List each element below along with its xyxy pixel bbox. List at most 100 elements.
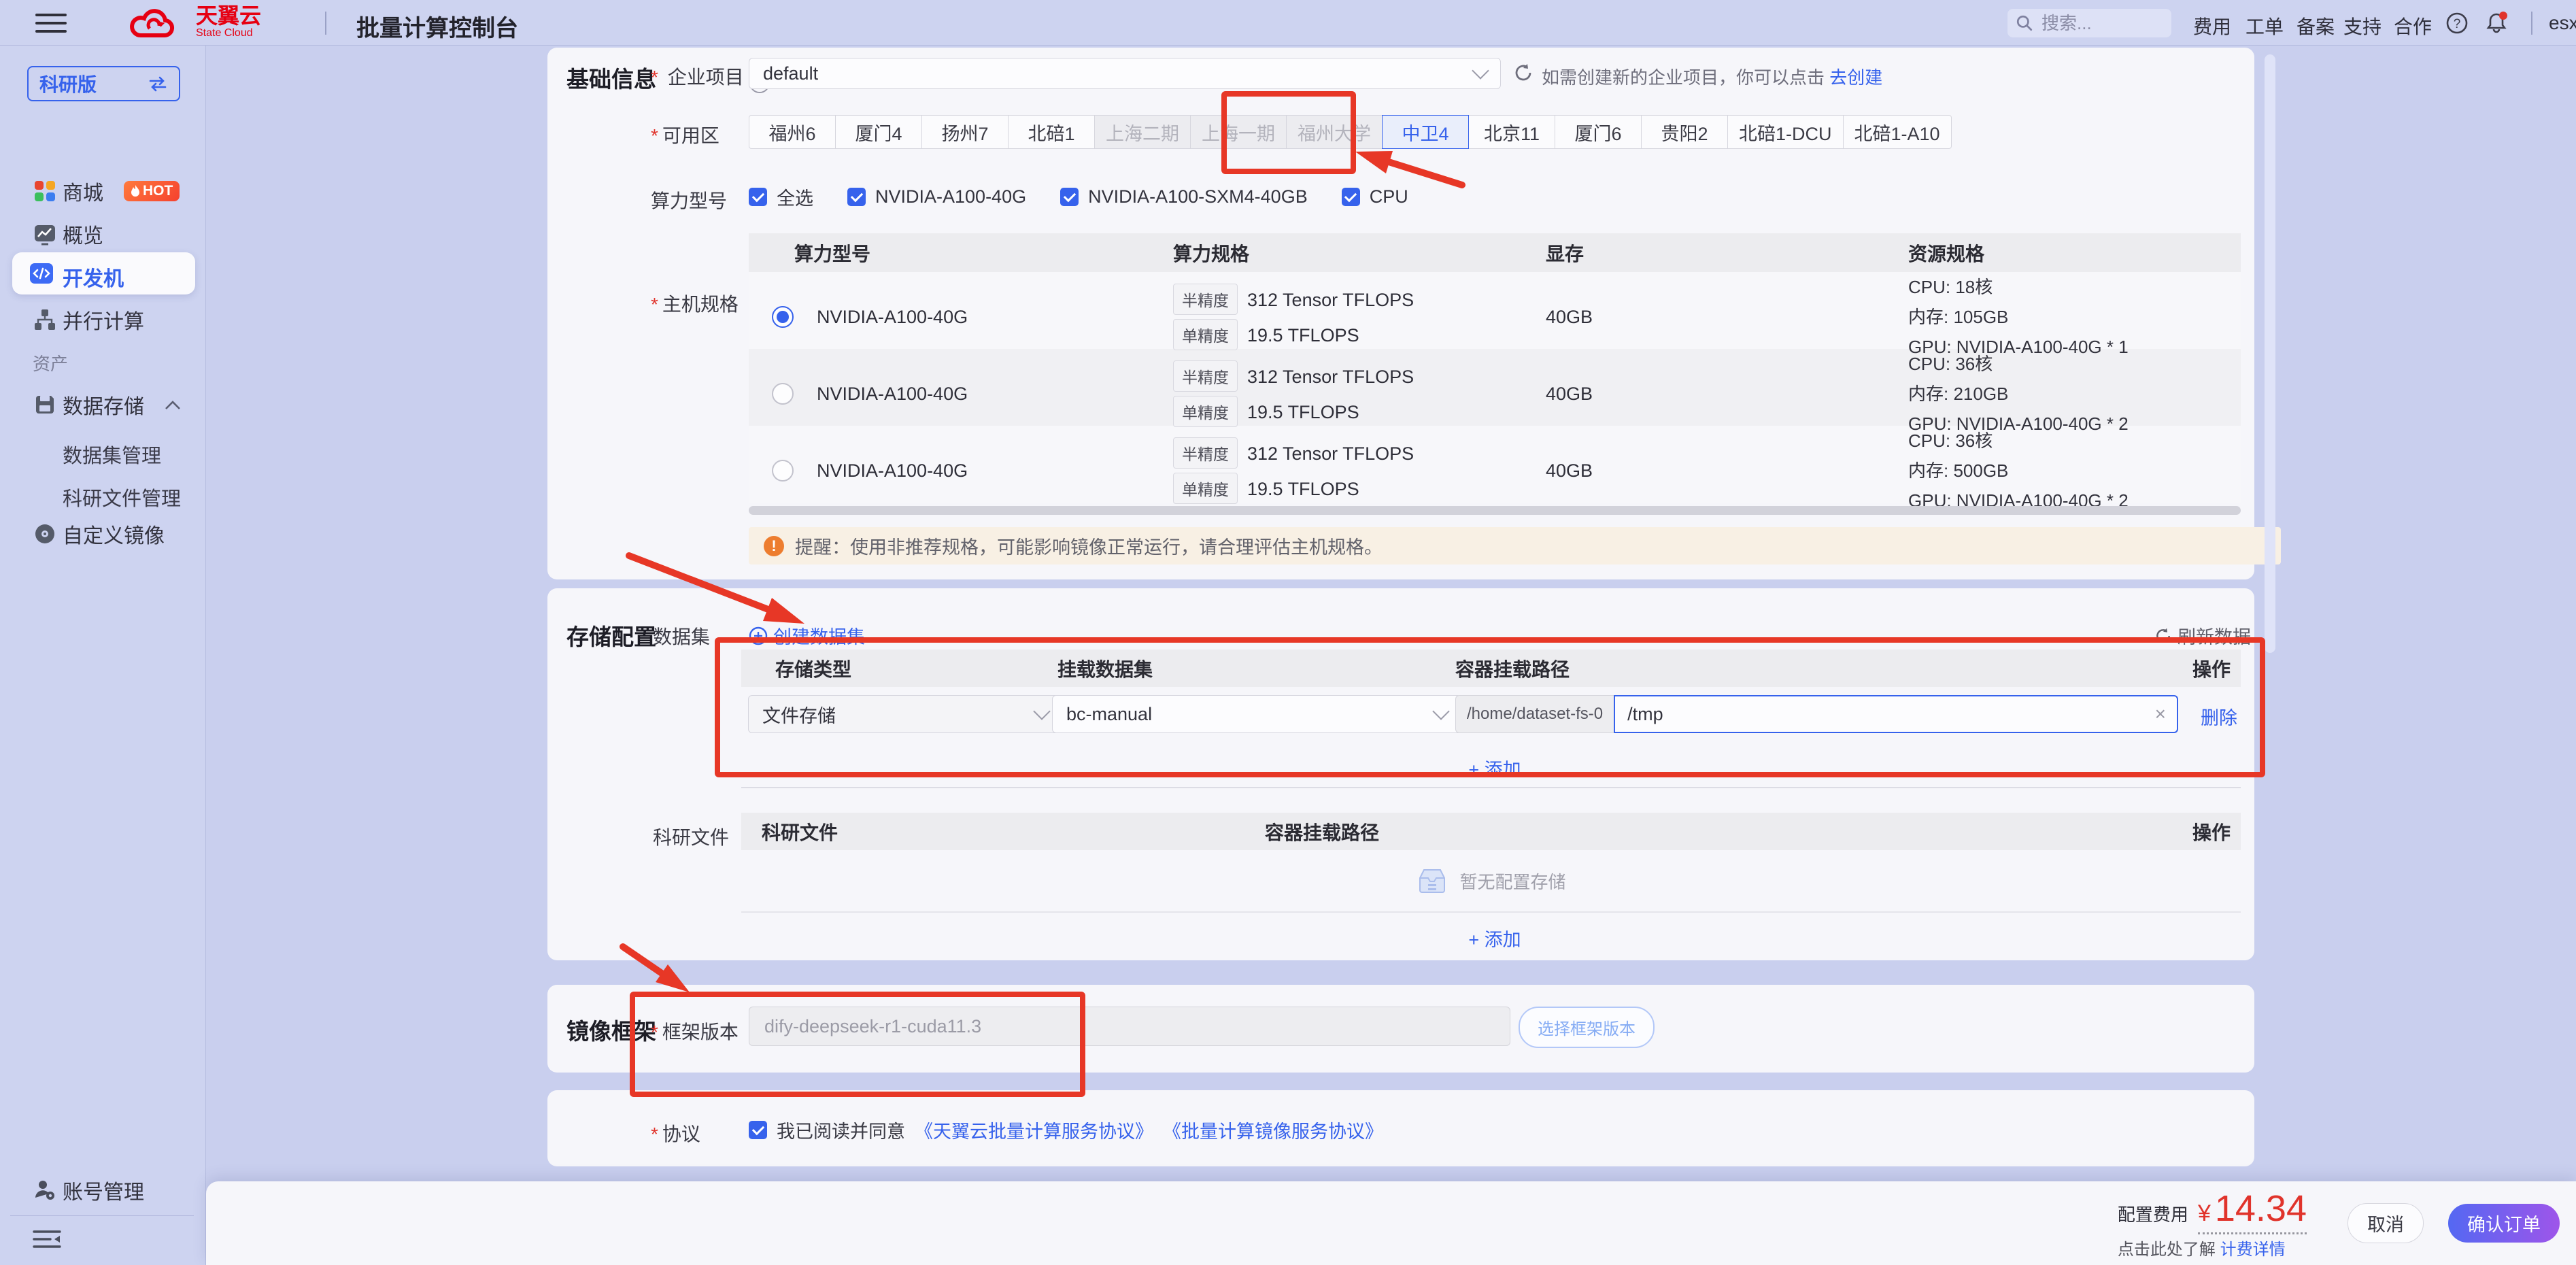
- storage-type-select[interactable]: 文件存储: [748, 695, 1062, 733]
- username[interactable]: esx_d: [2549, 12, 2576, 34]
- nav-support[interactable]: 支持: [2343, 12, 2382, 39]
- az-option-disabled: 上海一期: [1190, 115, 1287, 149]
- files-empty-state: 暂无配置存储: [741, 850, 2241, 911]
- agreement-checkbox[interactable]: [749, 1121, 767, 1139]
- plus-circle-icon: [749, 626, 768, 645]
- header-divider: [325, 12, 326, 35]
- cancel-button[interactable]: 取消: [2348, 1203, 2424, 1243]
- overview-chart-icon: [33, 222, 57, 246]
- host-spec-row[interactable]: NVIDIA-A100-40G 半精度312 Tensor TFLOPS 单精度…: [749, 426, 2241, 503]
- checkbox-icon: [847, 188, 866, 206]
- create-dataset-link[interactable]: 创建数据集: [749, 622, 865, 649]
- nav-tickets[interactable]: 工单: [2245, 12, 2284, 39]
- az-option[interactable]: 厦门4: [835, 115, 922, 149]
- bottom-action-bar: 配置费用 ¥14.34 点击此处了解 计费详情 取消 确认订单: [206, 1181, 2576, 1265]
- checkbox-a100-sxm4[interactable]: NVIDIA-A100-SXM4-40GB: [1060, 184, 1308, 210]
- sidebar-item-label: 账号管理: [63, 1175, 144, 1205]
- az-option[interactable]: 北京11: [1468, 115, 1555, 149]
- az-option[interactable]: 贵阳2: [1641, 115, 1728, 149]
- project-select[interactable]: default: [749, 58, 1501, 89]
- nav-filing[interactable]: 备案: [2297, 12, 2335, 39]
- radio-unselected[interactable]: [772, 383, 794, 405]
- sidebar-item-mall[interactable]: 商城 HOT: [0, 172, 206, 210]
- sidebar-item-dataset-management[interactable]: 数据集管理: [63, 440, 161, 469]
- host-spec-row[interactable]: NVIDIA-A100-40G 半精度312 Tensor TFLOPS 单精度…: [749, 272, 2241, 349]
- billing-hint: 点击此处了解: [2118, 1241, 2216, 1259]
- clear-input-icon[interactable]: ×: [2155, 703, 2166, 725]
- checkbox-cpu[interactable]: CPU: [1342, 184, 1408, 210]
- dataset-table-row: 文件存储 bc-manual /home/dataset-fs-0 × 删除: [741, 687, 2241, 741]
- checkbox-select-all[interactable]: 全选: [749, 184, 813, 210]
- version-badge[interactable]: 科研版: [27, 66, 180, 101]
- az-option[interactable]: 扬州7: [921, 115, 1009, 149]
- search-input[interactable]: [2040, 12, 2158, 35]
- az-option[interactable]: 北碚1: [1008, 115, 1095, 149]
- project-refresh-icon[interactable]: [1513, 63, 1533, 83]
- help-icon[interactable]: ?: [2445, 12, 2469, 35]
- radio-selected[interactable]: [772, 306, 794, 328]
- dataset-select[interactable]: bc-manual: [1052, 695, 1461, 733]
- az-option[interactable]: 福州6: [749, 115, 836, 149]
- path-prefix: /home/dataset-fs-0: [1455, 695, 1614, 733]
- nav-cooperation[interactable]: 合作: [2394, 12, 2432, 39]
- create-project-link[interactable]: 去创建: [1829, 67, 1882, 88]
- empty-text: 暂无配置存储: [1459, 868, 1565, 894]
- az-label: 可用区: [651, 121, 719, 148]
- checkbox-a100-40g[interactable]: NVIDIA-A100-40G: [847, 184, 1026, 210]
- sidebar-item-devmachine[interactable]: 开发机: [12, 252, 195, 294]
- compute-type-group: 全选 NVIDIA-A100-40G NVIDIA-A100-SXM4-40GB…: [749, 184, 1408, 210]
- vertical-scrollbar[interactable]: [2265, 54, 2275, 653]
- add-research-file-link[interactable]: + 添加: [749, 925, 2241, 951]
- precision-badge: 半精度: [1173, 360, 1238, 392]
- section-title-storage: 存储配置: [566, 619, 656, 652]
- divider: [741, 787, 2241, 788]
- research-files-table: 科研文件 容器挂载路径 操作 暂无配置存储: [741, 813, 2241, 911]
- sidebar-item-overview[interactable]: 概览: [0, 215, 206, 253]
- select-framework-button[interactable]: 选择框架版本: [1519, 1007, 1655, 1048]
- precision-badge: 单精度: [1173, 396, 1238, 427]
- checkbox-icon: [1342, 188, 1360, 206]
- radio-unselected[interactable]: [772, 460, 794, 482]
- nav-billing[interactable]: 费用: [2193, 12, 2231, 39]
- az-option[interactable]: 北碚1-A10: [1843, 115, 1952, 149]
- sidebar-item-label: 自定义镜像: [63, 519, 165, 549]
- horizontal-scrollbar[interactable]: [749, 506, 2241, 515]
- warning-icon: !: [764, 536, 784, 556]
- sidebar-item-label: 开发机: [63, 262, 124, 292]
- mount-path-input[interactable]: [1626, 703, 2155, 726]
- mount-path-group: /home/dataset-fs-0 ×: [1455, 695, 2178, 733]
- dev-machine-icon: [29, 260, 54, 286]
- chevron-up-icon: [165, 401, 181, 410]
- collapse-sidebar-icon[interactable]: [33, 1229, 61, 1249]
- sidebar-item-parallel-computing[interactable]: 并行计算: [0, 301, 206, 339]
- disc-icon: [33, 522, 57, 546]
- precision-badge: 单精度: [1173, 473, 1238, 504]
- host-spec-table: 算力型号 算力规格 显存 资源规格 NVIDIA-A100-40G 半精度312…: [749, 233, 2241, 503]
- billing-detail-link[interactable]: 计费详情: [2220, 1241, 2286, 1259]
- az-option[interactable]: 北碚1-DCU: [1727, 115, 1844, 149]
- sidebar-item-custom-image[interactable]: 自定义镜像: [0, 515, 206, 553]
- framework-version-input[interactable]: [749, 1007, 1510, 1046]
- refresh-icon: [2154, 627, 2172, 645]
- spec-notice-bar: ! 提醒：使用非推荐规格，可能影响镜像正常运行，请合理评估主机规格。: [749, 527, 2281, 564]
- project-select-value: default: [763, 63, 818, 84]
- sidebar-item-data-storage[interactable]: 数据存储: [0, 386, 206, 424]
- search-box[interactable]: [2007, 9, 2171, 37]
- agreement-text: 我已阅读并同意: [777, 1117, 905, 1143]
- host-spec-row[interactable]: NVIDIA-A100-40G 半精度312 Tensor TFLOPS 单精度…: [749, 349, 2241, 426]
- confirm-order-button[interactable]: 确认订单: [2448, 1204, 2560, 1243]
- notification-bell-icon[interactable]: [2484, 10, 2509, 36]
- az-option[interactable]: 厦门6: [1555, 115, 1642, 149]
- sidebar-item-account-management[interactable]: 账号管理: [0, 1171, 206, 1209]
- sidebar-item-label: 商城: [63, 176, 103, 206]
- dataset-label: 数据集: [653, 622, 710, 650]
- storage-config-card: 存储配置 数据集 创建数据集 刷新数据 存储类型 挂载数据集 容器挂载路径 操作…: [547, 588, 2254, 960]
- az-option-selected[interactable]: 中卫4: [1382, 115, 1469, 149]
- refresh-data-link[interactable]: 刷新数据: [2132, 622, 2251, 649]
- agreement-link-image-service[interactable]: 《批量计算镜像服务协议》: [1163, 1117, 1383, 1143]
- sidebar-item-research-file-management[interactable]: 科研文件管理: [63, 483, 181, 511]
- menu-toggle-icon[interactable]: [35, 12, 67, 34]
- delete-row-link[interactable]: 删除: [2201, 703, 2237, 730]
- add-dataset-link[interactable]: + 添加: [749, 755, 2241, 781]
- agreement-link-batch-service[interactable]: 《天翼云批量计算服务协议》: [915, 1117, 1153, 1143]
